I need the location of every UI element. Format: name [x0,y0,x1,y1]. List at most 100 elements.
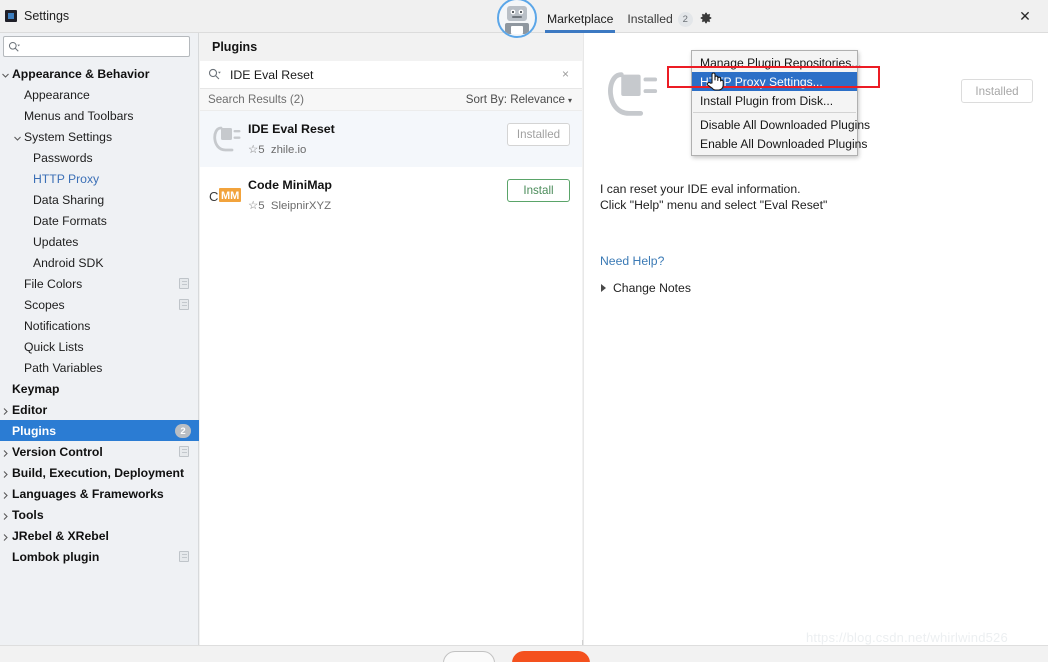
sidebar-item-label: Updates [33,234,79,249]
clear-search-icon[interactable]: × [562,67,569,81]
sidebar-item-badge: 2 [175,424,191,438]
page-title: Plugins [212,40,258,54]
sidebar-item-menus-and-toolbars[interactable]: Menus and Toolbars [0,105,199,126]
sidebar-item-passwords[interactable]: Passwords [0,147,199,168]
chevron-right-icon[interactable] [1,531,10,541]
chevron-down-icon[interactable] [13,132,22,141]
plugin-rating: 5 [258,200,265,212]
tab-label: Installed [627,12,673,26]
plugin-description-line-1: I can reset your IDE eval information. [600,182,801,196]
sidebar-item-label: Path Variables [24,360,103,375]
plugin-name: Code MiniMap [248,178,332,192]
sidebar-item-label: Quick Lists [24,339,84,354]
gear-icon[interactable] [696,8,716,28]
sidebar-item-editor[interactable]: Editor [0,399,199,420]
plug-icon [208,123,242,157]
chevron-right-icon[interactable] [1,405,10,415]
search-results-count: Search Results (2) [208,93,305,106]
plugin-search-value: IDE Eval Reset [230,68,314,82]
sidebar-item-data-sharing[interactable]: Data Sharing [0,189,199,210]
sidebar-item-label: Tools [12,507,44,522]
sort-by-dropdown[interactable]: Sort By: Relevance ▾ [466,93,572,106]
sidebar-item-label: Passwords [33,150,93,165]
project-scope-icon [179,551,189,562]
sidebar-item-label: Build, Execution, Deployment [12,465,184,480]
plugin-name: IDE Eval Reset [248,122,335,136]
sidebar-item-version-control[interactable]: Version Control [0,441,199,462]
sidebar-item-languages-frameworks[interactable]: Languages & Frameworks [0,483,199,504]
sidebar-item-plugins[interactable]: Plugins 2 [0,420,199,441]
sidebar-item-date-formats[interactable]: Date Formats [0,210,199,231]
menu-item-manage-plugin-repositories[interactable]: Manage Plugin Repositories... [692,53,861,72]
plugin-search-bar[interactable]: IDE Eval Reset × [200,61,582,89]
chevron-down-icon[interactable] [1,69,10,78]
rating-star-icon: ☆ [248,144,259,156]
sidebar-item-path-variables[interactable]: Path Variables [0,357,199,378]
change-notes-label: Change Notes [613,281,691,295]
plugin-description-line-2: Click "Help" menu and select "Eval Reset… [600,198,828,212]
plugins-list-panel: Plugins IDE Eval Reset × Search Results … [200,33,582,645]
sidebar-item-appearance[interactable]: Appearance [0,84,199,105]
chevron-right-icon[interactable] [1,468,10,478]
sidebar-item-label: Scopes [24,297,65,312]
sidebar-item-label: Appearance & Behavior [12,66,150,81]
menu-item-disable-all-downloaded-plugins[interactable]: Disable All Downloaded Plugins [692,115,870,134]
plugin-vendor: SleipnirXYZ [270,200,332,212]
chevron-right-icon[interactable] [1,489,10,499]
tab-marketplace[interactable]: Marketplace [545,5,616,33]
ide-logo-icon [5,10,17,22]
sidebar-item-android-sdk[interactable]: Android SDK [0,252,199,273]
sidebar-tree: Appearance & Behavior Appearance Menus and… [0,63,199,567]
sidebar-item-lombok-plugin[interactable]: Lombok plugin [0,546,199,567]
plugin-description: I can reset your IDE eval information. C… [600,181,1000,213]
sidebar-item-jrebel-xrebel[interactable]: JRebel & XRebel [0,525,199,546]
sidebar-item-updates[interactable]: Updates [0,231,199,252]
menu-item-install-plugin-from-disk[interactable]: Install Plugin from Disk... [692,91,857,110]
rating-star-icon: ☆ [248,200,259,212]
change-notes-toggle[interactable]: Change Notes [601,281,691,295]
tab-installed[interactable]: Installed 2 [625,5,694,33]
plug-icon [608,72,658,116]
sidebar-item-appearance-behavior[interactable]: Appearance & Behavior [0,63,199,84]
sidebar-item-label: File Colors [24,276,83,291]
sidebar-item-file-colors[interactable]: File Colors [0,273,199,294]
installed-button[interactable]: Installed [507,123,570,146]
project-scope-icon [179,446,189,457]
tab-label: Marketplace [547,12,614,26]
settings-sidebar: Appearance & Behavior Appearance Menus and… [0,33,199,645]
install-button[interactable]: Install [507,179,570,202]
chevron-right-icon[interactable] [1,510,10,520]
sidebar-item-label: Menus and Toolbars [24,108,134,123]
chevron-right-icon[interactable] [1,447,10,457]
sidebar-item-label: Languages & Frameworks [12,486,164,501]
cancel-button[interactable] [443,651,495,662]
sidebar-item-notifications[interactable]: Notifications [0,315,199,336]
close-icon[interactable]: ✕ [1002,0,1048,32]
ok-button[interactable] [512,651,590,662]
settings-window: Settings ✕ Appearance & Behavior Appearan… [0,0,1048,662]
plugins-panel-header: Plugins [200,33,582,61]
sidebar-item-scopes[interactable]: Scopes [0,294,199,315]
sidebar-search-input[interactable] [3,36,190,57]
sidebar-item-system-settings[interactable]: System Settings [0,126,199,147]
sidebar-item-quick-lists[interactable]: Quick Lists [0,336,199,357]
svg-text:C: C [209,189,218,204]
sort-by-label: Sort By: Relevance [465,93,565,106]
sidebar-item-label: System Settings [24,129,113,144]
sidebar-item-tools[interactable]: Tools [0,504,199,525]
plugin-list-item[interactable]: C MM Code MiniMap ☆5 SleipnirXYZ Install [200,167,582,223]
menu-item-http-proxy-settings[interactable]: HTTP Proxy Settings... [692,72,857,91]
detail-installed-button[interactable]: Installed [961,79,1033,103]
search-results-bar: Search Results (2) Sort By: Relevance ▾ [200,89,582,111]
sidebar-item-label: HTTP Proxy [33,171,100,186]
plugin-vendor: zhile.io [270,144,307,156]
sidebar-item-label: Plugins [12,423,57,438]
code-minimap-icon: C MM [208,179,242,213]
sidebar-item-http-proxy[interactable]: HTTP Proxy [0,168,199,189]
sidebar-item-keymap[interactable]: Keymap [0,378,199,399]
chevron-right-icon [601,284,606,292]
menu-item-enable-all-downloaded-plugins[interactable]: Enable All Downloaded Plugins [692,134,867,153]
sidebar-item-build-execution-deployment[interactable]: Build, Execution, Deployment [0,462,199,483]
plugin-list-item[interactable]: IDE Eval Reset ☆5 zhile.io Installed [200,111,582,167]
need-help-link[interactable]: Need Help? [600,254,664,268]
